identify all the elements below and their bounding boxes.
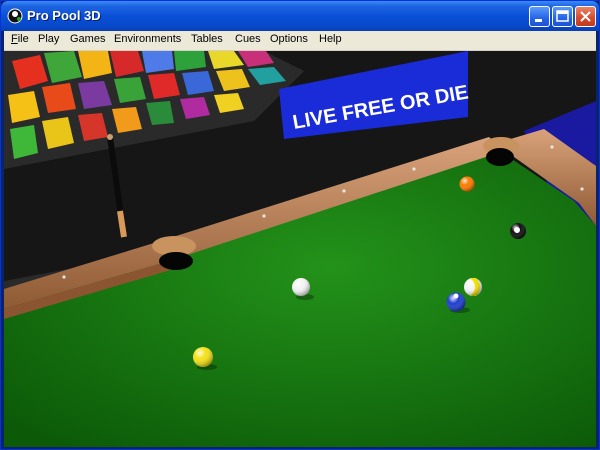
pool-ball-icon bbox=[7, 8, 23, 24]
minimize-button[interactable] bbox=[529, 6, 550, 27]
orange-solid-ball[interactable] bbox=[459, 176, 475, 192]
menu-cues[interactable]: Cues bbox=[235, 33, 261, 45]
menu-games[interactable]: Games bbox=[70, 33, 105, 45]
game-viewport[interactable]: LIVE FREE OR DIE bbox=[4, 51, 596, 447]
eight-ball[interactable] bbox=[510, 223, 526, 239]
pool-scene[interactable]: LIVE FREE OR DIE bbox=[4, 51, 596, 447]
title-bar[interactable]: Pro Pool 3D bbox=[1, 1, 599, 31]
menu-play[interactable]: Play bbox=[38, 33, 59, 45]
menu-bar: File Play Games Environments Tables Cues… bbox=[4, 31, 596, 51]
menu-environments[interactable]: Environments bbox=[114, 33, 181, 45]
menu-tables[interactable]: Tables bbox=[191, 33, 223, 45]
maximize-icon bbox=[556, 10, 569, 22]
yellow-stripe-ball[interactable] bbox=[464, 278, 482, 296]
close-button[interactable] bbox=[575, 6, 596, 27]
window-title: Pro Pool 3D bbox=[27, 8, 101, 23]
game-window: Pro Pool 3D File Play Games Environments… bbox=[0, 0, 600, 450]
minimize-icon bbox=[535, 19, 542, 22]
menu-file-rest: ile bbox=[17, 33, 29, 45]
menu-file[interactable]: File bbox=[11, 33, 29, 45]
menu-options[interactable]: Options bbox=[270, 33, 308, 45]
close-icon bbox=[580, 11, 591, 22]
menu-file-mnemonic: F bbox=[11, 33, 18, 45]
menu-help[interactable]: Help bbox=[319, 33, 342, 45]
maximize-button[interactable] bbox=[552, 6, 573, 27]
